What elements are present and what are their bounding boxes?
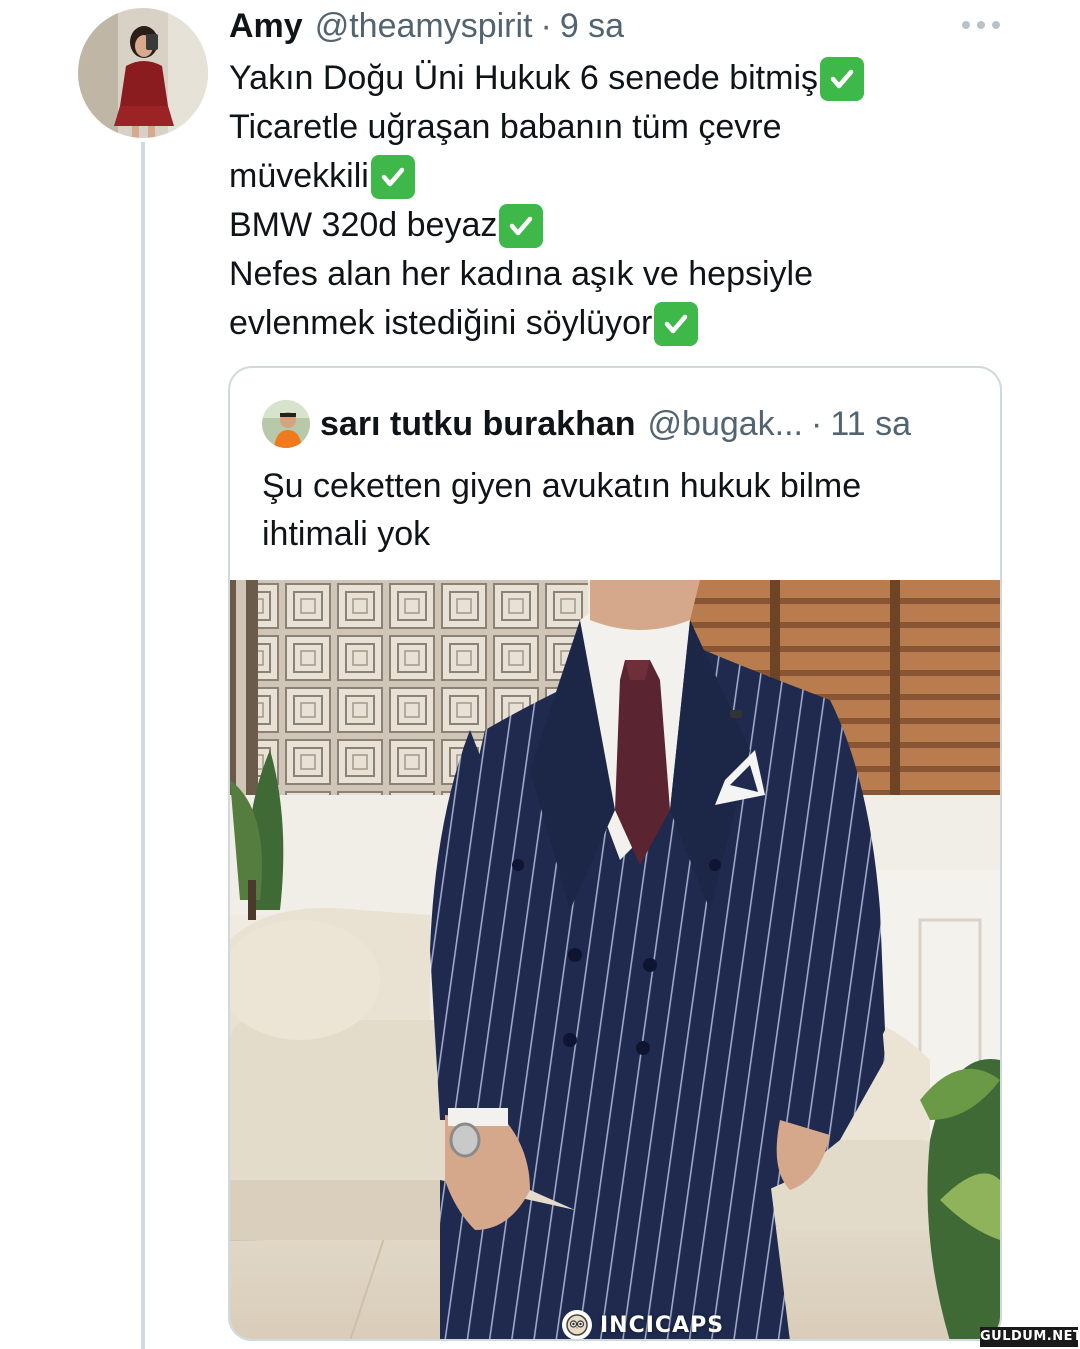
separator-dot: · [811,405,823,443]
tweet-line: Yakın Doğu Üni Hukuk 6 senede bitmiş [229,54,989,103]
tweet-line-text: evlenmek istediğini söylüyor [229,304,653,342]
more-options-icon[interactable] [962,18,1000,32]
quoted-author-avatar[interactable] [262,400,310,448]
tweet-line-text: Yakın Doğu Üni Hukuk 6 senede bitmiş [229,59,819,97]
quoted-tweet-timestamp[interactable]: 11 sa [830,402,911,446]
quoted-tweet-photo[interactable]: INCICAPS [230,580,1000,1339]
check-mark-icon [499,203,544,248]
tweet-line-text: Nefes alan her kadına aşık ve hepsiyle [229,255,814,293]
tweet-line-text: Ticaretle uğraşan babanın tüm çevre [229,108,782,146]
tweet-line: evlenmek istediğini söylüyor [229,299,989,348]
tweet-header: Amy @theamyspirit · 9 sa [229,4,624,48]
thread-connector-line [141,142,145,1349]
quoted-tweet-header: sarı tutku burakhan @bugak... · 11 sa [320,402,911,446]
quoted-author-name[interactable]: sarı tutku burakhan [320,402,636,446]
tweet-line: BMW 320d beyaz [229,201,989,250]
site-watermark: GULDUM.NET [980,1327,1080,1347]
tweet-line-text: BMW 320d beyaz [229,206,498,244]
check-mark-icon [654,301,699,346]
tweet-line: Nefes alan her kadına aşık ve hepsiyle [229,250,989,299]
quoted-tweet-text: Şu ceketten giyen avukatın hukuk bilme i… [262,462,982,558]
owl-logo-icon [562,1310,592,1339]
quoted-tweet-card[interactable]: sarı tutku burakhan @bugak... · 11 sa Şu… [228,366,1002,1341]
author-name[interactable]: Amy [229,4,303,48]
tweet-line-text: müvekkili [229,157,369,195]
quoted-tweet-line: Şu ceketten giyen avukatın hukuk bilme [262,467,862,505]
quoted-author-handle[interactable]: @bugak... [648,402,804,446]
tweet-line: Ticaretle uğraşan babanın tüm çevre [229,103,989,152]
incicaps-wordmark: INCICAPS [600,1312,725,1338]
tweet-line: müvekkili [229,152,989,201]
separator-dot: · [540,7,552,45]
tweet-timestamp[interactable]: 9 sa [560,4,624,48]
check-mark-icon [370,154,415,199]
incicaps-logo: INCICAPS [562,1310,725,1339]
quoted-tweet-line: ihtimali yok [262,515,431,553]
author-avatar[interactable] [78,8,208,138]
tweet-text: Yakın Doğu Üni Hukuk 6 senede bitmiş Tic… [229,54,989,348]
check-mark-icon [820,56,865,101]
author-handle[interactable]: @theamyspirit [315,4,533,48]
